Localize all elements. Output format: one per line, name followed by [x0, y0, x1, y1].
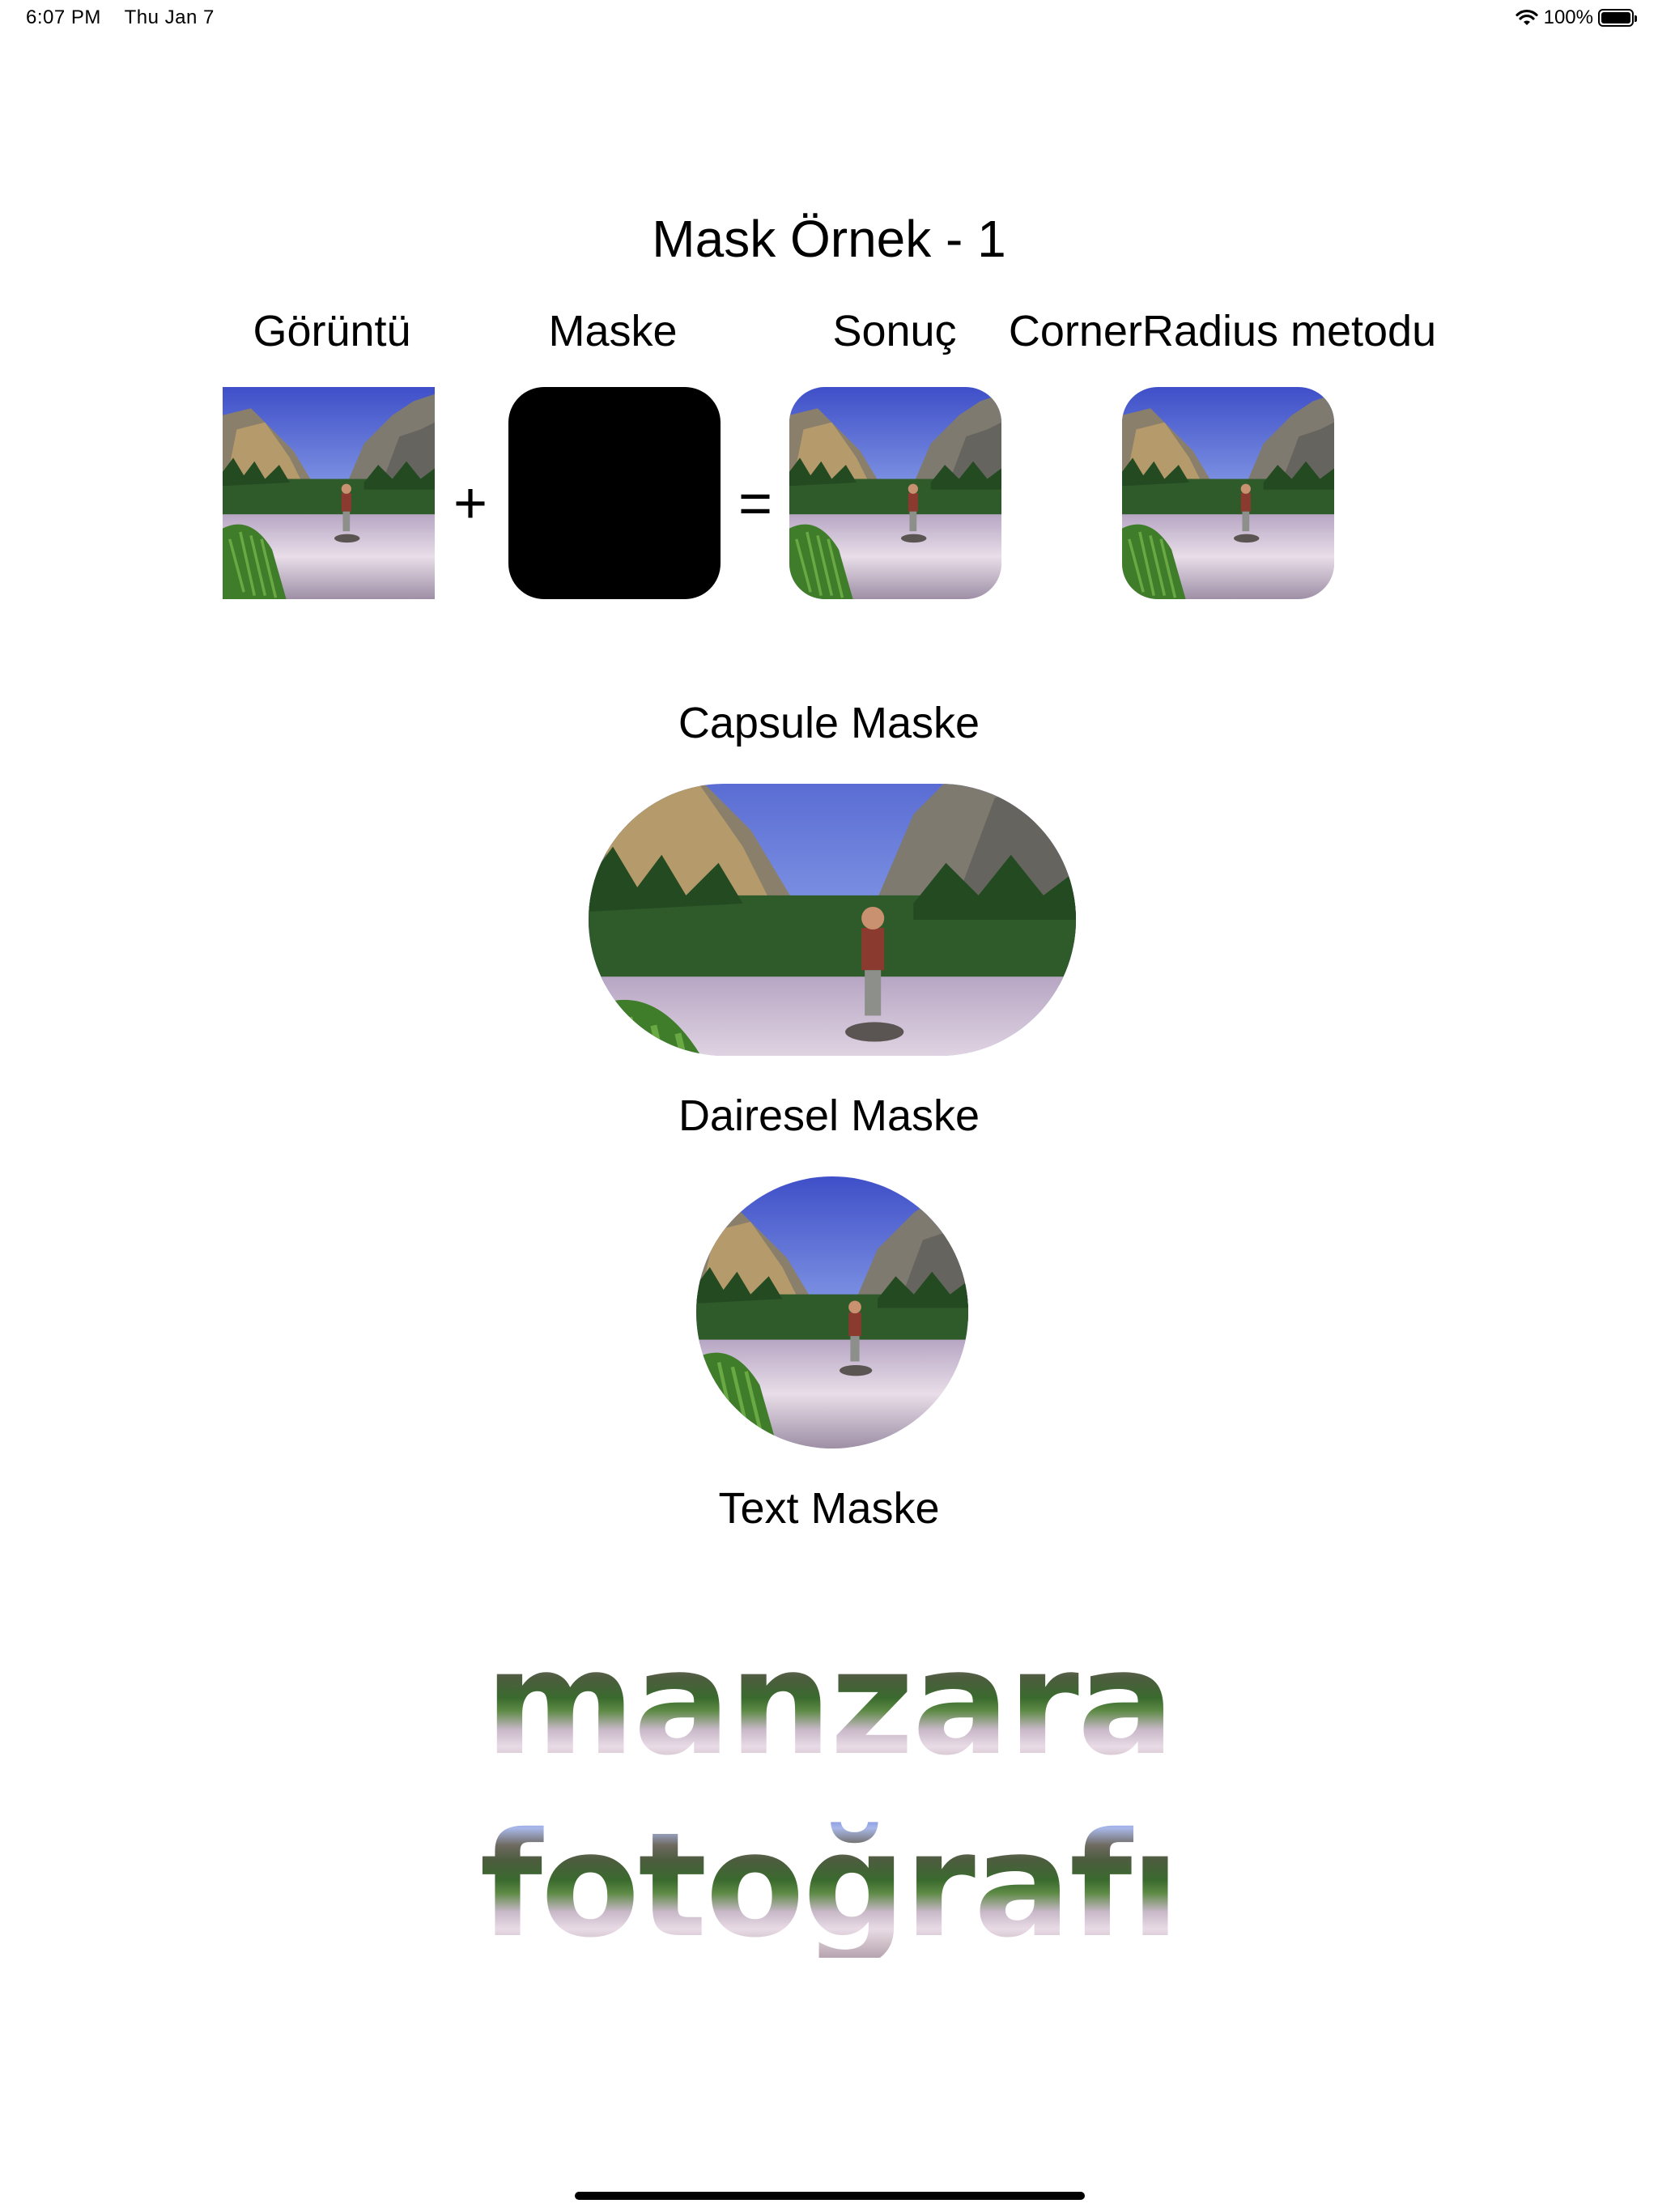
column-label-result: Sonuç [832, 307, 957, 355]
corner-radius-image [1122, 387, 1334, 599]
battery-icon [1598, 9, 1637, 27]
battery-percentage: 100% [1543, 6, 1593, 28]
column-label-corner-radius: CornerRadius metodu [1008, 307, 1437, 355]
status-bar-left: 6:07 PM Thu Jan 7 [26, 6, 232, 29]
wifi-icon [1516, 9, 1538, 25]
home-indicator[interactable] [575, 2192, 1085, 2200]
status-time: 6:07 PM [26, 6, 101, 28]
text-mask-label: Text Maske [718, 1484, 940, 1533]
masked-result-image [789, 387, 1001, 599]
status-bar-right: 100% [1515, 6, 1637, 29]
black-mask-shape [508, 387, 721, 599]
circle-masked-image [696, 1176, 968, 1448]
column-label-mask: Maske [548, 307, 678, 355]
text-mask-line-2: fotoğrafı [0, 1814, 1658, 1958]
equals-operator: = [738, 471, 773, 536]
original-image [223, 387, 435, 599]
capsule-masked-image [589, 784, 1076, 1056]
plus-operator: + [453, 471, 488, 536]
circle-mask-label: Dairesel Maske [678, 1091, 980, 1140]
text-mask-line-1: manzara [0, 1631, 1658, 1776]
column-label-image: Görüntü [253, 307, 411, 355]
page-title: Mask Örnek - 1 [652, 210, 1006, 268]
status-date: Thu Jan 7 [124, 6, 215, 28]
capsule-mask-label: Capsule Maske [678, 699, 980, 747]
